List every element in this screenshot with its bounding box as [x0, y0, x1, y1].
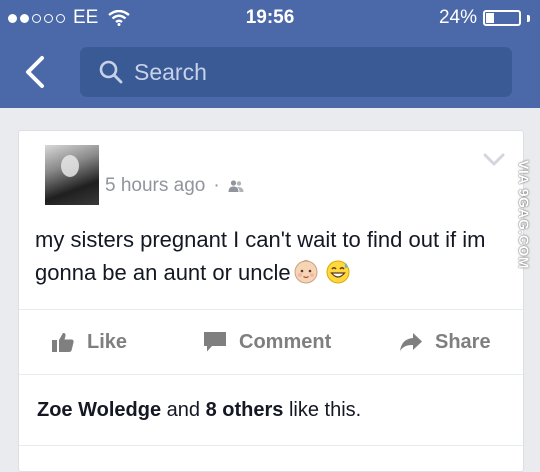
like-button[interactable]: Like [51, 310, 127, 374]
share-arrow-icon [400, 333, 422, 351]
comment-icon [204, 332, 226, 352]
divider [19, 445, 523, 446]
grinning-sweat-emoji-icon [326, 260, 350, 284]
post-actions: Like Comment Share [19, 309, 523, 375]
battery-indicator: 24% [439, 7, 530, 29]
search-input[interactable] [134, 58, 494, 86]
friends-icon[interactable] [228, 179, 244, 193]
likes-summary[interactable]: Zoe Woledge and 8 others like this. [37, 399, 361, 422]
comment-button[interactable]: Comment [203, 310, 331, 374]
post-body: my sisters pregnant I can't wait to find… [35, 227, 486, 285]
navigation-row [0, 44, 540, 100]
watermark-text: VIA 9GAG.COM [516, 160, 532, 269]
chevron-left-icon[interactable] [18, 52, 54, 92]
battery-level [486, 13, 495, 23]
chevron-down-icon[interactable] [483, 153, 505, 167]
likes-others[interactable]: 8 others [206, 399, 284, 421]
search-icon [99, 60, 123, 84]
status-bar: EE 19:56 24% [0, 0, 540, 36]
battery-percent: 24% [438, 7, 477, 28]
battery-tip [527, 14, 530, 22]
baby-face-emoji-icon [294, 259, 318, 284]
share-button[interactable]: Share [399, 310, 491, 374]
like-label: Like [87, 330, 128, 353]
post-timestamp[interactable]: 5 hours ago [105, 175, 205, 197]
post-meta: 5 hours ago · [105, 175, 244, 197]
share-label: Share [435, 330, 491, 353]
watermark: VIA 9GAG.COM [512, 160, 536, 310]
likes-suffix: like this. [283, 399, 362, 421]
avatar-face [61, 155, 79, 177]
thumbs-up-icon [52, 332, 74, 352]
comment-label: Comment [239, 330, 332, 353]
avatar[interactable] [45, 145, 99, 205]
liker-name[interactable]: Zoe Woledge [37, 399, 161, 421]
battery-icon [483, 10, 521, 26]
post-text: my sisters pregnant I can't wait to find… [35, 223, 505, 289]
meta-separator: · [213, 175, 220, 196]
top-bar: EE 19:56 24% [0, 0, 540, 108]
likes-and: and [161, 399, 206, 421]
post-card: 5 hours ago · my sisters pregnant I can'… [18, 130, 524, 472]
search-bar[interactable] [80, 47, 512, 97]
